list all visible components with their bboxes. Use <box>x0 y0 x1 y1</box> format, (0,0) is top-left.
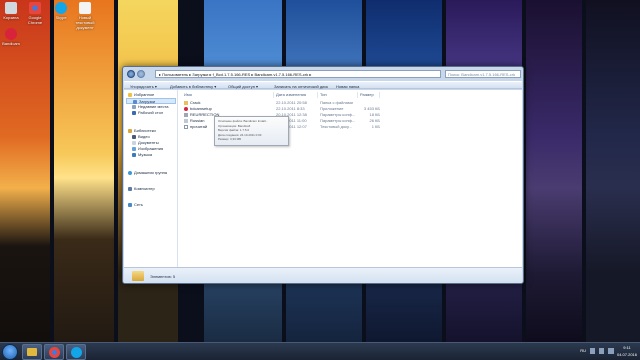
file-size: 1 КБ <box>371 124 380 129</box>
wallpaper-strip <box>0 0 50 342</box>
start-button[interactable] <box>2 344 18 360</box>
clock-time[interactable]: 9:11 <box>616 345 638 350</box>
nav-label: Недавние места <box>138 104 169 109</box>
recycle-bin-icon <box>5 2 17 14</box>
taskbar-skype[interactable] <box>66 344 86 360</box>
wallpaper-strip <box>54 0 114 342</box>
nav-label: Изображения <box>138 146 164 151</box>
nav-label: Сеть <box>134 202 143 207</box>
nav-label: Домашняя группа <box>134 170 168 175</box>
star-icon <box>128 92 132 97</box>
path-input[interactable]: ▸ Пользователь ▸ Загрузки ▸ f_Bcd.1.7.5.… <box>155 70 441 78</box>
column-header-date[interactable]: Дата изменения <box>276 92 318 98</box>
nav-music[interactable]: Музыка <box>132 152 152 158</box>
file-name: Russian <box>190 118 205 123</box>
details-pane: Элементов: 5 <box>124 267 522 283</box>
chrome-icon <box>48 347 60 358</box>
desktop-icon-label: Skype <box>55 15 67 20</box>
file-list: Имя Дата изменения Тип Размер Crack 22.1… <box>180 90 522 267</box>
new-folder-button[interactable]: Новая папка <box>336 84 359 89</box>
folder-icon <box>132 271 144 281</box>
forward-button[interactable] <box>137 70 145 78</box>
search-input[interactable]: Поиск: Bandicam.v1.7.5.166-RES-crk <box>445 70 521 78</box>
desktop-folder-icon <box>132 110 136 115</box>
bandicam-icon <box>5 28 17 40</box>
column-header-name[interactable]: Имя <box>184 92 274 98</box>
nav-computer[interactable]: Компьютер <box>128 186 155 192</box>
share-button[interactable]: Общий доступ ▾ <box>228 84 258 89</box>
file-type: Текстовый доку... <box>320 124 352 129</box>
column-header-size[interactable]: Размер <box>360 92 380 98</box>
file-name: прочитай <box>190 124 208 129</box>
nfo-icon <box>184 112 188 117</box>
desktop-icon-label: Google Chrome <box>27 15 43 25</box>
file-name: bdcamsetup <box>190 106 212 111</box>
organize-button[interactable]: Упорядочить ▾ <box>130 84 157 89</box>
navigation-pane: Избранное Загрузки Недавние места Рабочи… <box>124 90 178 267</box>
add-to-library-button[interactable]: Добавить в библиотеку ▾ <box>170 84 216 89</box>
taskbar-chrome[interactable] <box>44 344 64 360</box>
clock-date[interactable]: 04.07.2016 <box>616 352 638 357</box>
nav-label: Библиотеки <box>134 128 156 133</box>
desktop-icon-label: Корзина <box>3 15 19 20</box>
item-count: Элементов: 5 <box>150 274 176 279</box>
skype-icon <box>70 347 82 358</box>
desktop-icon-skype[interactable]: Skype <box>50 2 72 20</box>
content-pane: Избранное Загрузки Недавние места Рабочи… <box>124 90 522 267</box>
recent-places-icon <box>132 104 136 109</box>
ini-icon <box>184 118 188 123</box>
text-document-icon <box>79 2 91 14</box>
network-icon <box>128 202 132 207</box>
chrome-icon <box>29 2 41 14</box>
file-tooltip: Описание файла: Bandicam Install... Орга… <box>214 116 289 146</box>
desktop-icon-label: Новый текстовый документ <box>75 15 95 30</box>
libraries-icon <box>128 128 132 133</box>
computer-icon <box>128 186 132 191</box>
video-icon <box>132 134 136 139</box>
homegroup-icon <box>128 170 132 175</box>
nav-label: Музыка <box>138 152 153 157</box>
back-button[interactable] <box>127 70 135 78</box>
file-name: Crack <box>190 100 201 105</box>
language-indicator[interactable]: RU <box>580 348 586 353</box>
nav-label: Видео <box>138 134 150 139</box>
wallpaper-strip <box>526 0 582 342</box>
taskbar-explorer[interactable] <box>22 344 42 360</box>
desktop-icon-chrome[interactable]: Google Chrome <box>24 2 46 25</box>
explorer-window[interactable]: ▸ Пользователь ▸ Загрузки ▸ f_Bcd.1.7.5.… <box>122 66 524 284</box>
tooltip-line: Размер: 3,33 МБ <box>218 137 242 141</box>
skype-icon <box>55 2 67 14</box>
nav-label: Избранное <box>134 92 155 97</box>
nav-label: Рабочий стол <box>138 110 164 115</box>
folder-icon <box>27 348 37 356</box>
taskbar: RU 9:11 04.07.2016 <box>0 342 640 360</box>
folder-icon <box>184 100 188 105</box>
nav-homegroup[interactable]: Домашняя группа <box>128 170 167 176</box>
nav-label: Документы <box>138 140 159 145</box>
nav-desktop[interactable]: Рабочий стол <box>132 110 163 116</box>
txt-icon <box>184 124 188 129</box>
command-bar: Упорядочить ▾ Добавить в библиотеку ▾ Об… <box>124 81 522 89</box>
nav-label: Компьютер <box>134 186 155 191</box>
desktop-icon-label: Bandicam <box>2 41 20 46</box>
nav-network[interactable]: Сеть <box>128 202 143 208</box>
address-bar: ▸ Пользователь ▸ Загрузки ▸ f_Bcd.1.7.5.… <box>125 70 521 79</box>
music-icon <box>132 152 136 157</box>
documents-icon <box>132 140 136 145</box>
desktop-icon-bandicam[interactable]: Bandicam <box>0 28 22 46</box>
wallpaper-strip <box>586 0 640 342</box>
setup-icon <box>184 106 188 111</box>
burn-button[interactable]: Записать на оптический диск <box>274 84 328 89</box>
desktop-icon-text-document[interactable]: Новый текстовый документ <box>74 2 96 30</box>
desktop-icon-recycle-bin[interactable]: Корзина <box>0 2 22 20</box>
tray-icons <box>590 348 614 354</box>
pictures-icon <box>132 146 136 151</box>
column-header-type[interactable]: Тип <box>320 92 358 98</box>
